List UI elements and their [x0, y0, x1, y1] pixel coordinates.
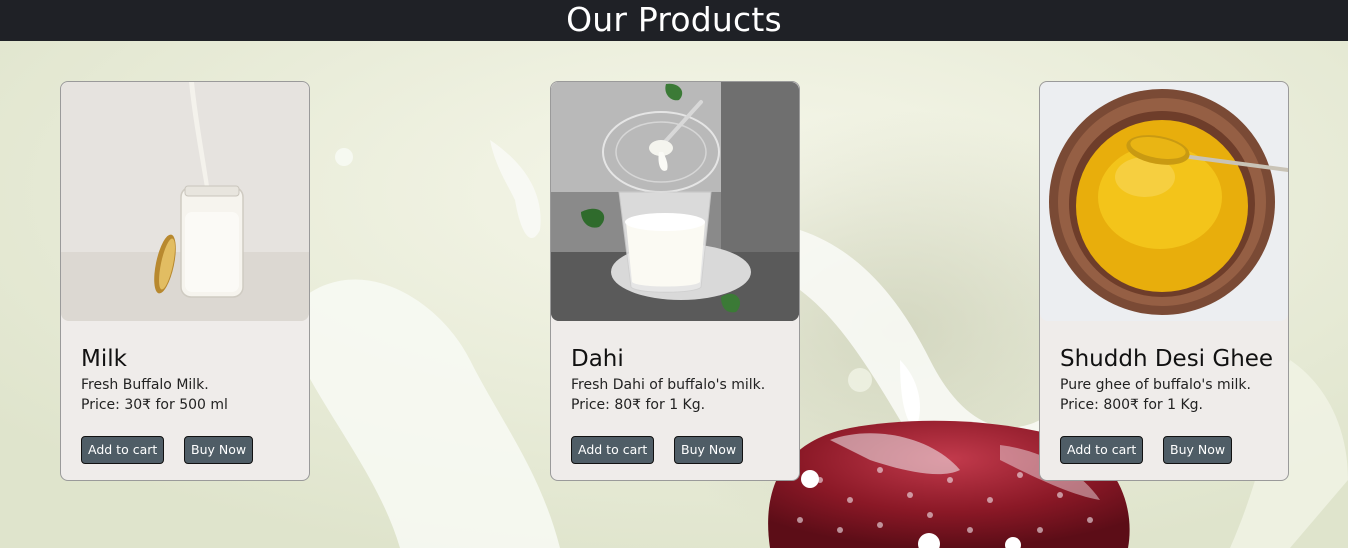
milk-jar-image [61, 82, 309, 321]
product-description: Pure ghee of buffalo's milk. [1060, 377, 1251, 393]
product-price: Price: 800₹ for 1 Kg. [1060, 397, 1203, 413]
products-page: Our Products Milk Fresh Buffalo Milk. Pr… [0, 0, 1348, 548]
product-price: Price: 80₹ for 1 Kg. [571, 397, 706, 413]
add-to-cart-button[interactable]: Add to cart [571, 436, 654, 464]
add-to-cart-button[interactable]: Add to cart [1060, 436, 1143, 464]
product-card-milk: Milk Fresh Buffalo Milk. Price: 30₹ for … [60, 81, 310, 481]
product-card-ghee: Shuddh Desi Ghee Pure ghee of buffalo's … [1039, 81, 1289, 481]
product-title: Milk [81, 346, 127, 372]
buy-now-button[interactable]: Buy Now [1163, 436, 1232, 464]
page-title: Our Products [566, 0, 782, 39]
product-card-dahi: Dahi Fresh Dahi of buffalo's milk. Price… [550, 81, 800, 481]
ghee-bowl-image [1040, 82, 1288, 321]
dahi-glass-image [551, 82, 799, 321]
product-title: Dahi [571, 346, 624, 372]
product-price: Price: 30₹ for 500 ml [81, 397, 228, 413]
buy-now-button[interactable]: Buy Now [674, 436, 743, 464]
product-description: Fresh Buffalo Milk. [81, 377, 209, 393]
buy-now-button[interactable]: Buy Now [184, 436, 253, 464]
product-title: Shuddh Desi Ghee [1060, 346, 1274, 372]
header-bar: Our Products [0, 0, 1348, 41]
product-description: Fresh Dahi of buffalo's milk. [571, 377, 766, 393]
add-to-cart-button[interactable]: Add to cart [81, 436, 164, 464]
